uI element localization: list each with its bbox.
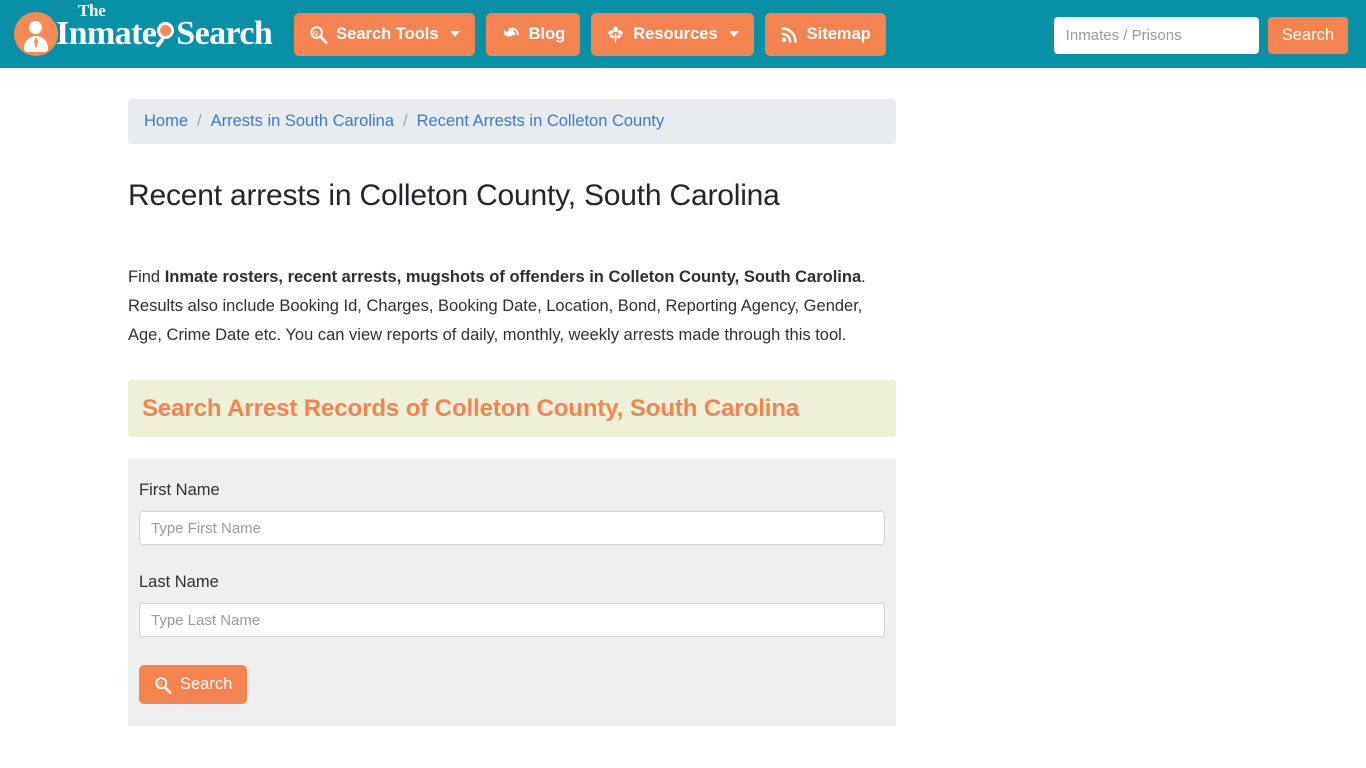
site-header: The Inmate Search Q Search Tools Blog Re… [0, 0, 1366, 68]
brand-word-inmate: Inmate [56, 15, 157, 52]
breadcrumb-separator: / [197, 112, 202, 130]
person-in-circle-icon [14, 12, 58, 56]
section-heading: Search Arrest Records of Colleton County… [142, 394, 800, 422]
section-banner: Search Arrest Records of Colleton County… [128, 380, 896, 437]
chevron-down-icon [728, 31, 739, 37]
search-input[interactable] [1053, 17, 1259, 54]
rss-icon [780, 25, 799, 44]
page-body: Home / Arrests in South Carolina / Recen… [0, 68, 1366, 726]
nav-search-tools-button[interactable]: Q Search Tools [294, 12, 475, 56]
nav-sitemap-label: Sitemap [806, 24, 871, 43]
site-logo[interactable]: The Inmate Search [14, 2, 273, 57]
page-title: Recent arrests in Colleton County, South… [128, 179, 780, 212]
header-search-button[interactable]: Search [1267, 17, 1348, 54]
first-name-input[interactable] [139, 511, 885, 545]
breadcrumb: Home / Arrests in South Carolina / Recen… [128, 99, 896, 144]
last-name-input[interactable] [139, 603, 885, 637]
intro-paragraph: Find Inmate rosters, recent arrests, mug… [128, 263, 890, 350]
form-search-button[interactable]: Q Search [139, 665, 248, 704]
breadcrumb-item-arrests-south-carolina[interactable]: Arrests in South Carolina [211, 112, 394, 131]
arrest-search-form: First Name Last Name Q Search [128, 459, 896, 726]
nav-blog-button[interactable]: Blog [485, 12, 581, 56]
main-navigation: Q Search Tools Blog Resources Sitemap [294, 12, 886, 56]
nav-resources-button[interactable]: Resources [591, 12, 754, 56]
breadcrumb-item-recent-arrests-colleton[interactable]: Recent Arrests in Colleton County [417, 112, 665, 131]
nav-sitemap-button[interactable]: Sitemap [764, 12, 886, 56]
magnifier-icon: Q [154, 676, 172, 694]
header-search: Search [1053, 17, 1348, 54]
breadcrumb-item-home[interactable]: Home [144, 112, 188, 131]
svg-text:Q: Q [158, 680, 163, 687]
chevron-down-icon [449, 31, 460, 37]
nav-blog-label: Blog [528, 24, 566, 43]
form-search-label: Search [180, 675, 233, 693]
content-container: Home / Arrests in South Carolina / Recen… [128, 99, 896, 726]
last-name-label: Last Name [139, 573, 219, 591]
nav-resources-label: Resources [633, 24, 718, 43]
blogger-icon [501, 25, 521, 44]
svg-text:Q: Q [313, 30, 318, 37]
nav-search-tools-label: Search Tools [336, 24, 439, 43]
intro-lead: Find [128, 268, 165, 286]
brand-word-search: Search [176, 15, 273, 52]
magnifier-icon [154, 22, 177, 49]
magnifier-icon: Q [309, 25, 328, 44]
first-name-label: First Name [139, 481, 220, 499]
brand-wordmark: The Inmate Search [56, 2, 273, 52]
brand-the-text: The [78, 1, 106, 20]
leaf-icon [606, 25, 625, 44]
breadcrumb-separator: / [403, 112, 408, 130]
intro-bold: Inmate rosters, recent arrests, mugshots… [164, 268, 862, 286]
